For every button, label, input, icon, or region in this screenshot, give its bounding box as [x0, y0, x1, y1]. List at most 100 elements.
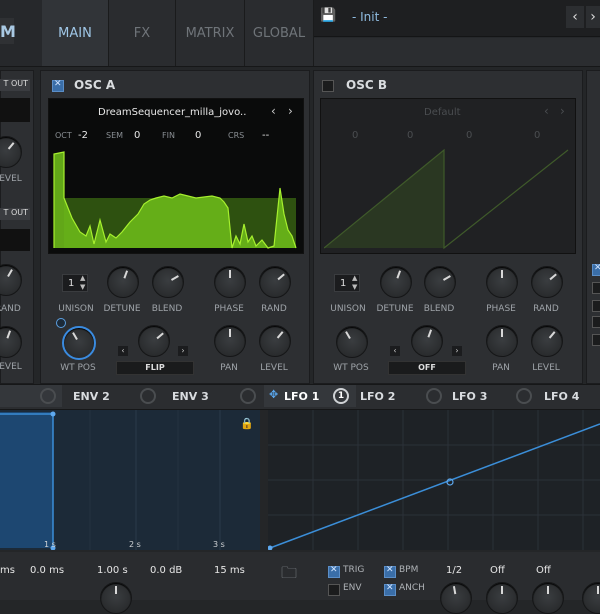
env3-ring-icon: [240, 388, 256, 404]
osc-a-waveform: [53, 151, 297, 249]
osc-b-blend-knob[interactable]: [424, 266, 456, 298]
osc-a-blend-knob[interactable]: [152, 266, 184, 298]
osc-b-rand-knob[interactable]: [531, 266, 563, 298]
env-release-value[interactable]: 15 ms: [214, 565, 245, 576]
osc-a-blend-label: BLEND: [151, 304, 183, 314]
right-edge-checkbox-4[interactable]: [592, 316, 600, 328]
osc-a-warp-next-icon[interactable]: ›: [178, 346, 188, 356]
osc-a-warp-mode[interactable]: FLIP: [116, 361, 194, 375]
osc-a-oct-label: OCT: [55, 131, 72, 140]
left-rand-label: RAND: [0, 304, 21, 314]
envelope-curve: [0, 410, 221, 550]
osc-a-unison-arrows-icon[interactable]: ▲ ▼: [80, 274, 85, 292]
osc-b-phase-knob[interactable]: [486, 266, 518, 298]
lfo-delay-knob[interactable]: [532, 582, 564, 614]
osc-a-wt-prev-icon[interactable]: ‹: [271, 104, 276, 118]
osc-a-sem-value[interactable]: 0: [134, 130, 140, 141]
env1-ring-icon: [40, 388, 56, 404]
env-sustain-value[interactable]: 0.0 dB: [150, 565, 182, 576]
folder-icon[interactable]: 🗀: [281, 562, 297, 589]
osc-b-oct-value[interactable]: 0: [352, 130, 358, 141]
out-button-1[interactable]: T OUT: [0, 79, 30, 91]
osc-a-warp-prev-icon[interactable]: ‹: [118, 346, 128, 356]
env-hold-value[interactable]: 0.0 ms: [30, 565, 64, 576]
osc-a-oct-value[interactable]: -2: [78, 130, 88, 141]
osc-b-unison-arrows-icon[interactable]: ▲ ▼: [352, 274, 357, 292]
left-display-1: [0, 98, 30, 122]
osc-b-warp-mode[interactable]: OFF: [388, 361, 466, 375]
right-edge-checkbox-2[interactable]: [592, 282, 600, 294]
env-attack-value[interactable]: ms: [0, 565, 15, 576]
osc-b-pan-knob[interactable]: [486, 325, 518, 357]
osc-a-detune-knob[interactable]: [107, 266, 139, 298]
right-edge-checkbox-1[interactable]: [592, 263, 600, 276]
osc-a-wtpos-mod-dot[interactable]: [56, 318, 66, 328]
lfo-curve: [268, 410, 600, 550]
osc-b-sem-value[interactable]: 0: [407, 130, 413, 141]
preset-prev-button[interactable]: ‹: [566, 6, 584, 28]
osc-a-sem-label: SEM: [106, 131, 124, 140]
osc-a-pan-knob[interactable]: [214, 325, 246, 357]
lfo-off-value-2[interactable]: Off: [536, 565, 551, 576]
tab-fx[interactable]: FX: [109, 0, 176, 66]
tab-global[interactable]: GLOBAL: [245, 0, 314, 66]
osc-b-crs-value[interactable]: 0: [534, 130, 540, 141]
tab-lfo3[interactable]: LFO 3: [452, 385, 487, 407]
env-decay-value[interactable]: 1.00 s: [97, 565, 128, 576]
tab-matrix[interactable]: MATRIX: [176, 0, 245, 66]
preset-next-button[interactable]: ›: [586, 6, 600, 28]
osc-b-warp-prev-icon[interactable]: ‹: [390, 346, 400, 356]
lfo-off-value-1[interactable]: Off: [490, 565, 505, 576]
lfo-rate-knob[interactable]: [440, 582, 472, 614]
env2-ring-icon: [140, 388, 156, 404]
preset-name[interactable]: - Init -: [352, 10, 387, 24]
right-edge-checkbox-3[interactable]: [592, 300, 600, 312]
osc-a-wavetable-name[interactable]: DreamSequencer_milla_jovo..: [98, 107, 246, 118]
lfo-smooth-knob[interactable]: [582, 582, 600, 614]
osc-a-phase-knob[interactable]: [214, 266, 246, 298]
osc-a-wt-next-icon[interactable]: ›: [288, 104, 293, 118]
left-display-2: [0, 229, 30, 251]
osc-b-warp-knob[interactable]: [411, 325, 443, 357]
tab-env2[interactable]: ENV 2: [73, 385, 110, 407]
lfo-rate-value[interactable]: 1/2: [446, 565, 462, 576]
out-button-2[interactable]: T OUT: [0, 208, 30, 220]
osc-b-wt-prev-icon[interactable]: ‹: [544, 104, 549, 118]
move-icon[interactable]: ✥: [269, 388, 278, 401]
right-edge-checkbox-5[interactable]: [592, 334, 600, 346]
tab-main[interactable]: MAIN: [42, 0, 109, 66]
osc-b-level-knob[interactable]: [531, 325, 563, 357]
tab-lfo2[interactable]: LFO 2: [360, 385, 395, 407]
osc-b-detune-knob[interactable]: [380, 266, 412, 298]
lfo-env-checkbox[interactable]: [328, 584, 340, 596]
osc-a-wtpos-knob[interactable]: [62, 326, 96, 360]
lfo-trig-checkbox[interactable]: [328, 565, 340, 578]
lfo-bpm-checkbox[interactable]: [384, 565, 396, 578]
osc-a-level-knob[interactable]: [259, 325, 291, 357]
osc-a-crs-value[interactable]: --: [262, 130, 269, 141]
tab-lfo1[interactable]: LFO 1: [284, 385, 319, 407]
osc-b-wtpos-knob[interactable]: [336, 326, 368, 358]
lock-icon[interactable]: 🔒: [240, 417, 254, 430]
osc-b-fin-value[interactable]: 0: [466, 130, 472, 141]
tab-lfo4[interactable]: LFO 4: [544, 385, 579, 407]
osc-b-enable-checkbox[interactable]: [322, 80, 334, 92]
lfo-anch-label: ANCH: [399, 583, 425, 593]
osc-b-wavetable-name[interactable]: Default: [424, 107, 461, 118]
left-level-label-2: LEVEL: [0, 362, 22, 372]
tab-env3[interactable]: ENV 3: [172, 385, 209, 407]
osc-a-warp-knob[interactable]: [138, 325, 170, 357]
lfo3-ring-icon: [516, 388, 532, 404]
osc-b-warp-next-icon[interactable]: ›: [452, 346, 462, 356]
osc-a-rand-knob[interactable]: [259, 266, 291, 298]
env-decay-knob[interactable]: [100, 582, 132, 614]
lfo-anch-checkbox[interactable]: [384, 583, 396, 596]
osc-a-fin-value[interactable]: 0: [195, 130, 201, 141]
osc-b-wtpos-label: WT POS: [333, 363, 369, 373]
osc-a-enable-checkbox[interactable]: [52, 79, 64, 92]
lfo-rise-knob[interactable]: [486, 582, 518, 614]
env-time-2s: 2 s: [129, 540, 141, 549]
save-icon[interactable]: 💾: [320, 8, 336, 23]
osc-b-wt-next-icon[interactable]: ›: [560, 104, 565, 118]
osc-a-title: OSC A: [74, 78, 116, 92]
